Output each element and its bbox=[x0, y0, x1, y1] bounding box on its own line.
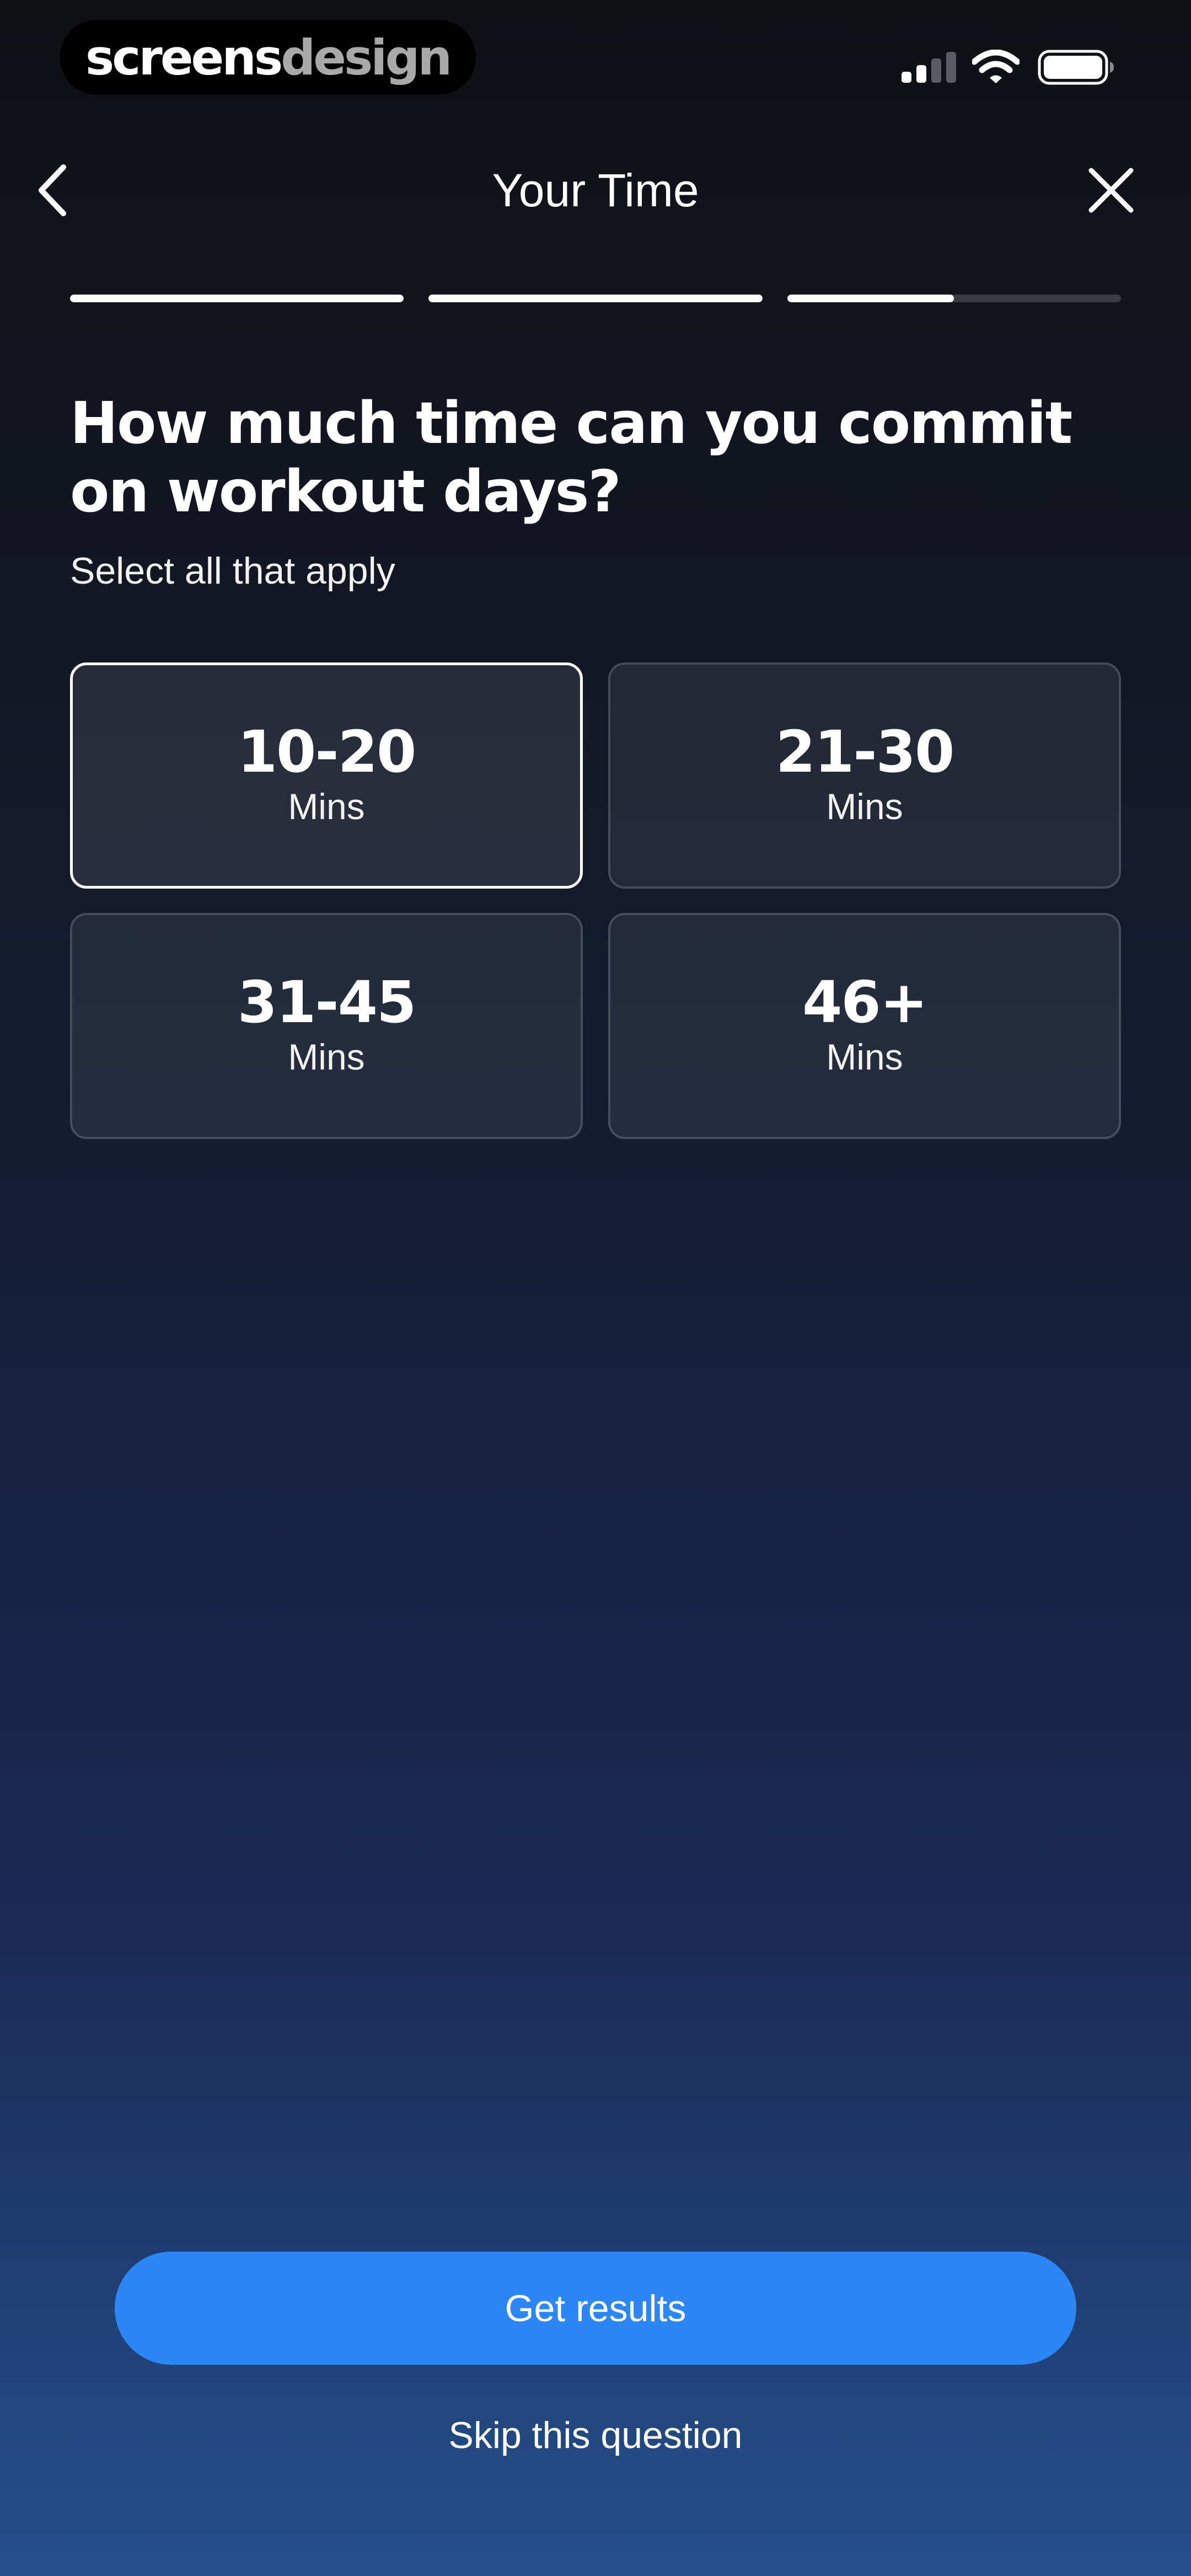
option-unit: Mins bbox=[288, 1036, 365, 1077]
question-subtitle: Select all that apply bbox=[70, 550, 395, 592]
status-bar: screens design bbox=[0, 0, 1191, 116]
option-value: 10-20 bbox=[237, 718, 417, 785]
option-unit: Mins bbox=[826, 1036, 903, 1077]
progress-indicator bbox=[70, 295, 1121, 302]
progress-fill-3 bbox=[787, 295, 954, 302]
brand-logo-part2: design bbox=[281, 29, 452, 86]
get-results-button[interactable]: Get results bbox=[115, 2252, 1076, 2365]
progress-fill-2 bbox=[428, 295, 763, 302]
progress-segment-1 bbox=[70, 295, 404, 302]
page-title: Your Time bbox=[492, 164, 699, 216]
brand-logo-part1: screens bbox=[85, 29, 283, 86]
close-button[interactable] bbox=[1083, 163, 1139, 218]
battery-icon bbox=[1038, 50, 1114, 85]
time-options: 10-20 Mins 21-30 Mins 31-45 Mins 46+ Min… bbox=[70, 662, 1121, 1139]
cellular-signal-icon bbox=[902, 52, 956, 83]
option-21-30[interactable]: 21-30 Mins bbox=[608, 662, 1121, 889]
option-unit: Mins bbox=[826, 786, 903, 827]
option-value: 21-30 bbox=[775, 718, 955, 785]
question-title: How much time can you commit on workout … bbox=[70, 389, 1072, 525]
wifi-icon bbox=[972, 50, 1020, 83]
brand-logo: screens design bbox=[60, 20, 476, 95]
option-unit: Mins bbox=[288, 786, 365, 827]
progress-fill-1 bbox=[70, 295, 404, 302]
option-31-45[interactable]: 31-45 Mins bbox=[70, 913, 583, 1139]
option-value: 31-45 bbox=[237, 969, 417, 1036]
option-10-20[interactable]: 10-20 Mins bbox=[70, 662, 583, 889]
progress-segment-2 bbox=[428, 295, 763, 302]
option-value: 46+ bbox=[802, 969, 928, 1036]
option-46-plus[interactable]: 46+ Mins bbox=[608, 913, 1121, 1139]
close-icon bbox=[1088, 168, 1134, 213]
progress-segment-3 bbox=[787, 295, 1121, 302]
skip-question-link[interactable]: Skip this question bbox=[0, 2411, 1191, 2460]
